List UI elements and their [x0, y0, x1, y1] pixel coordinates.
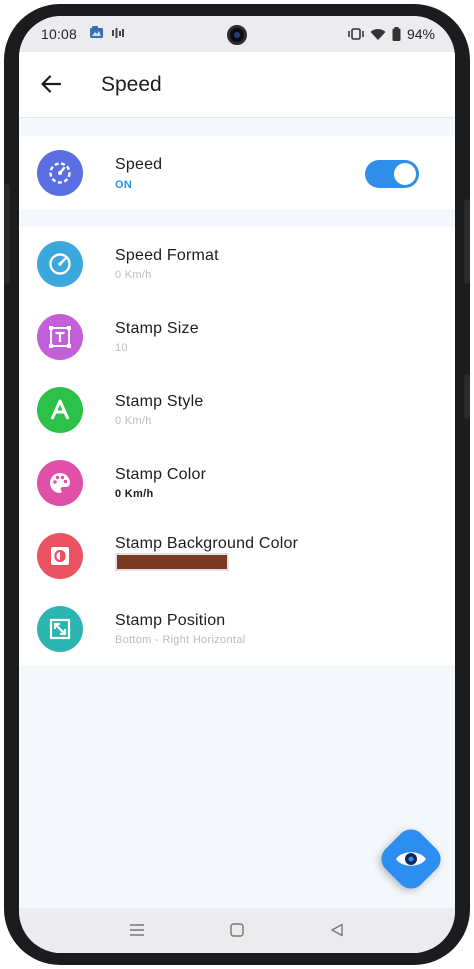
- setting-value: 0 Km/h: [115, 415, 152, 427]
- home-button[interactable]: [227, 920, 247, 940]
- back-nav-button[interactable]: [327, 920, 347, 940]
- back-button[interactable]: [39, 72, 63, 96]
- front-camera: [227, 25, 247, 45]
- setting-title: Stamp Background Color: [115, 535, 299, 552]
- setting-title: Stamp Size: [115, 320, 199, 337]
- setting-value: Bottom - Right Horizontal: [115, 634, 246, 646]
- setting-title: Stamp Position: [115, 612, 226, 629]
- speedometer-icon: [37, 150, 83, 196]
- setting-speed-format[interactable]: Speed Format 0 Km/h: [19, 227, 455, 300]
- gauge-icon: [37, 241, 83, 287]
- speed-title: Speed: [115, 156, 163, 173]
- background-fill-icon: [37, 533, 83, 579]
- setting-title: Stamp Color: [115, 466, 207, 483]
- battery-icon: [392, 27, 401, 41]
- letter-a-icon: [37, 387, 83, 433]
- arrow-left-icon: [41, 75, 62, 93]
- home-icon: [230, 923, 244, 937]
- vibrate-icon: [348, 28, 364, 40]
- setting-stamp-background-color[interactable]: Stamp Background Color: [19, 519, 455, 592]
- page-title: Speed: [101, 73, 162, 96]
- status-time: 10:08: [41, 26, 78, 42]
- back-triangle-icon: [331, 923, 343, 937]
- speed-toggle-section: Speed ON: [19, 136, 455, 209]
- setting-stamp-color[interactable]: Stamp Color 0 Km/h: [19, 446, 455, 519]
- screen: 10:08 94% Speed Speed ON Speed Format 0 …: [19, 16, 455, 953]
- setting-stamp-size[interactable]: Stamp Size 10: [19, 300, 455, 373]
- setting-stamp-position[interactable]: Stamp Position Bottom - Right Horizontal: [19, 592, 455, 665]
- eye-icon: [394, 842, 428, 876]
- recents-icon: [130, 924, 144, 936]
- speed-switch[interactable]: [365, 160, 419, 188]
- background-color-swatch: [115, 553, 229, 571]
- gallery-icon: [89, 26, 104, 42]
- status-right-icons: 94%: [348, 16, 435, 52]
- move-corners-icon: [37, 606, 83, 652]
- system-nav-bar: [19, 908, 455, 953]
- palette-icon: [37, 460, 83, 506]
- app-bar: Speed: [19, 52, 455, 118]
- text-size-icon: [37, 314, 83, 360]
- settings-list: Speed Format 0 Km/h Stamp Size 10 Stamp …: [19, 227, 455, 665]
- battery-percent: 94%: [406, 26, 435, 42]
- setting-value: 0 Km/h: [115, 269, 152, 281]
- setting-value: 0 Km/h: [115, 488, 154, 500]
- speed-status: ON: [115, 179, 133, 191]
- setting-value: 10: [115, 342, 128, 354]
- setting-title: Speed Format: [115, 247, 219, 264]
- side-button-right-lower: [464, 374, 470, 419]
- side-button-right-upper: [464, 199, 470, 284]
- recents-button[interactable]: [127, 920, 147, 940]
- setting-stamp-style[interactable]: Stamp Style 0 Km/h: [19, 373, 455, 446]
- setting-title: Stamp Style: [115, 393, 204, 410]
- signal-bars-icon: [112, 26, 125, 42]
- side-button-left: [4, 184, 10, 284]
- wifi-icon: [370, 28, 386, 41]
- speed-toggle-row[interactable]: Speed ON: [19, 136, 455, 209]
- switch-knob: [394, 163, 416, 185]
